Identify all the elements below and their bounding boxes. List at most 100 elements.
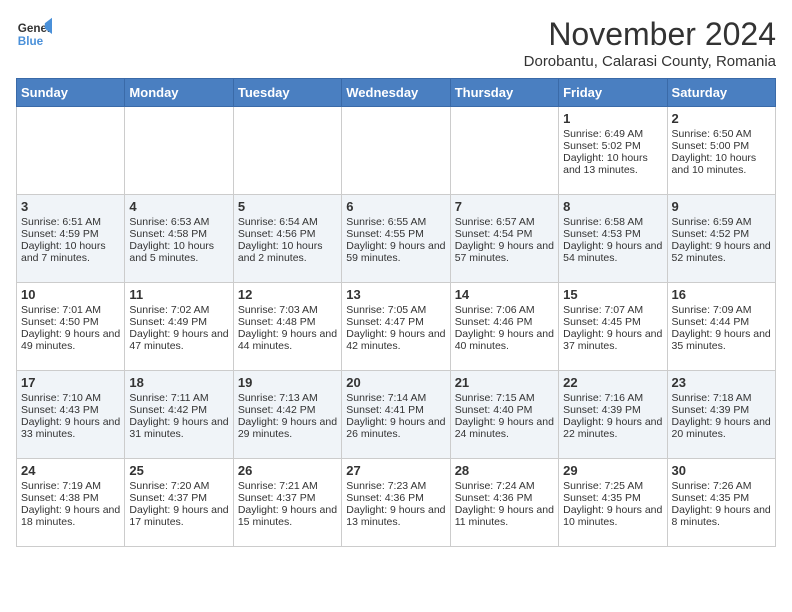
day-info: Sunrise: 7:18 AM bbox=[672, 392, 771, 404]
day-info: Sunrise: 7:13 AM bbox=[238, 392, 337, 404]
day-info: Sunrise: 7:01 AM bbox=[21, 304, 120, 316]
day-info: Sunset: 4:46 PM bbox=[455, 316, 554, 328]
day-info: Sunset: 5:00 PM bbox=[672, 140, 771, 152]
header-sunday: Sunday bbox=[17, 79, 125, 107]
calendar-cell: 16Sunrise: 7:09 AMSunset: 4:44 PMDayligh… bbox=[667, 283, 775, 371]
header-saturday: Saturday bbox=[667, 79, 775, 107]
day-number: 4 bbox=[129, 199, 228, 214]
day-info: Daylight: 9 hours and 35 minutes. bbox=[672, 328, 771, 352]
calendar-cell: 25Sunrise: 7:20 AMSunset: 4:37 PMDayligh… bbox=[125, 459, 233, 547]
header-monday: Monday bbox=[125, 79, 233, 107]
calendar-cell: 19 Sunrise: 7:13 AMSunset: 4:42 PMDayligh… bbox=[233, 371, 341, 459]
day-info: Daylight: 9 hours and 20 minutes. bbox=[672, 416, 771, 440]
calendar-cell: 6Sunrise: 6:55 AMSunset: 4:55 PMDaylight… bbox=[342, 195, 450, 283]
calendar-cell: 14Sunrise: 7:06 AMSunset: 4:46 PMDayligh… bbox=[450, 283, 558, 371]
day-number: 23 bbox=[672, 375, 771, 390]
day-info: Sunset: 4:45 PM bbox=[563, 316, 662, 328]
day-info: Daylight: 10 hours and 7 minutes. bbox=[21, 240, 120, 264]
calendar-header-row: SundayMondayTuesdayWednesdayThursdayFrid… bbox=[17, 79, 776, 107]
calendar-table: SundayMondayTuesdayWednesdayThursdayFrid… bbox=[16, 78, 776, 547]
calendar-cell bbox=[342, 107, 450, 195]
calendar-week-4: 17Sunrise: 7:10 AMSunset: 4:43 PMDayligh… bbox=[17, 371, 776, 459]
day-number: 25 bbox=[129, 463, 228, 478]
calendar-cell: 12Sunrise: 7:03 AMSunset: 4:48 PMDayligh… bbox=[233, 283, 341, 371]
day-info: Sunset: 4:37 PM bbox=[129, 492, 228, 504]
day-number: 8 bbox=[563, 199, 662, 214]
day-info: Sunset: 4:49 PM bbox=[129, 316, 228, 328]
location-title: Dorobantu, Calarasi County, Romania bbox=[524, 53, 776, 70]
day-info: Daylight: 9 hours and 57 minutes. bbox=[455, 240, 554, 264]
day-info: Daylight: 9 hours and 42 minutes. bbox=[346, 328, 445, 352]
calendar-cell: 29Sunrise: 7:25 AMSunset: 4:35 PMDayligh… bbox=[559, 459, 667, 547]
day-info: Daylight: 9 hours and 54 minutes. bbox=[563, 240, 662, 264]
day-info: Sunset: 4:35 PM bbox=[563, 492, 662, 504]
day-info: Sunset: 4:53 PM bbox=[563, 228, 662, 240]
day-info: Sunset: 4:54 PM bbox=[455, 228, 554, 240]
day-info: Sunrise: 7:15 AM bbox=[455, 392, 554, 404]
day-info: Daylight: 9 hours and 44 minutes. bbox=[238, 328, 337, 352]
calendar-cell: 24Sunrise: 7:19 AMSunset: 4:38 PMDayligh… bbox=[17, 459, 125, 547]
day-info: Daylight: 9 hours and 47 minutes. bbox=[129, 328, 228, 352]
day-info: Sunset: 4:47 PM bbox=[346, 316, 445, 328]
day-number: 7 bbox=[455, 199, 554, 214]
calendar-cell: 30 Sunrise: 7:26 AMSunset: 4:35 PMDayligh… bbox=[667, 459, 775, 547]
calendar-cell bbox=[125, 107, 233, 195]
title-area: November 2024 Dorobantu, Calarasi County… bbox=[524, 16, 776, 70]
day-info: Sunrise: 7:21 AM bbox=[238, 480, 337, 492]
day-number: 29 bbox=[563, 463, 662, 478]
day-number: 9 bbox=[672, 199, 771, 214]
calendar-cell: 21Sunrise: 7:15 AMSunset: 4:40 PMDayligh… bbox=[450, 371, 558, 459]
day-info: Daylight: 9 hours and 15 minutes. bbox=[238, 504, 337, 528]
day-number: 21 bbox=[455, 375, 554, 390]
day-info: Sunset: 4:35 PM bbox=[672, 492, 771, 504]
day-info: Sunrise: 7:03 AM bbox=[238, 304, 337, 316]
calendar-cell: 11Sunrise: 7:02 AMSunset: 4:49 PMDayligh… bbox=[125, 283, 233, 371]
day-info: Daylight: 9 hours and 49 minutes. bbox=[21, 328, 120, 352]
day-info: Daylight: 9 hours and 29 minutes. bbox=[238, 416, 337, 440]
day-number: 6 bbox=[346, 199, 445, 214]
header-friday: Friday bbox=[559, 79, 667, 107]
calendar-cell: 27Sunrise: 7:23 AMSunset: 4:36 PMDayligh… bbox=[342, 459, 450, 547]
day-info: Sunrise: 6:50 AM bbox=[672, 128, 771, 140]
calendar-cell: 18Sunrise: 7:11 AMSunset: 4:42 PMDayligh… bbox=[125, 371, 233, 459]
day-info: Daylight: 9 hours and 22 minutes. bbox=[563, 416, 662, 440]
day-info: Daylight: 9 hours and 40 minutes. bbox=[455, 328, 554, 352]
day-info: Daylight: 9 hours and 8 minutes. bbox=[672, 504, 771, 528]
day-number: 26 bbox=[238, 463, 337, 478]
calendar-cell: 1Sunrise: 6:49 AMSunset: 5:02 PMDaylight… bbox=[559, 107, 667, 195]
day-info: Sunrise: 7:11 AM bbox=[129, 392, 228, 404]
day-info: Sunrise: 6:57 AM bbox=[455, 216, 554, 228]
day-info: Sunset: 4:44 PM bbox=[672, 316, 771, 328]
day-info: Sunrise: 7:26 AM bbox=[672, 480, 771, 492]
calendar-cell: 4Sunrise: 6:53 AMSunset: 4:58 PMDaylight… bbox=[125, 195, 233, 283]
day-info: Sunset: 4:42 PM bbox=[129, 404, 228, 416]
calendar-cell bbox=[17, 107, 125, 195]
day-info: Sunset: 4:52 PM bbox=[672, 228, 771, 240]
day-number: 2 bbox=[672, 111, 771, 126]
day-info: Sunset: 4:50 PM bbox=[21, 316, 120, 328]
day-info: Sunrise: 7:14 AM bbox=[346, 392, 445, 404]
day-number: 11 bbox=[129, 287, 228, 302]
day-number: 5 bbox=[238, 199, 337, 214]
day-info: Sunrise: 7:09 AM bbox=[672, 304, 771, 316]
day-info: Sunrise: 7:24 AM bbox=[455, 480, 554, 492]
month-title: November 2024 bbox=[524, 16, 776, 53]
day-info: Daylight: 9 hours and 37 minutes. bbox=[563, 328, 662, 352]
day-number: 17 bbox=[21, 375, 120, 390]
day-info: Sunset: 4:48 PM bbox=[238, 316, 337, 328]
day-number: 15 bbox=[563, 287, 662, 302]
day-info: Daylight: 9 hours and 31 minutes. bbox=[129, 416, 228, 440]
svg-text:Blue: Blue bbox=[18, 35, 44, 48]
day-info: Sunrise: 6:55 AM bbox=[346, 216, 445, 228]
day-number: 19 bbox=[238, 375, 337, 390]
day-number: 22 bbox=[563, 375, 662, 390]
header-wednesday: Wednesday bbox=[342, 79, 450, 107]
day-number: 30 bbox=[672, 463, 771, 478]
day-info: Sunset: 4:40 PM bbox=[455, 404, 554, 416]
calendar-cell: 28Sunrise: 7:24 AMSunset: 4:36 PMDayligh… bbox=[450, 459, 558, 547]
day-info: Sunset: 4:59 PM bbox=[21, 228, 120, 240]
day-info: Daylight: 9 hours and 26 minutes. bbox=[346, 416, 445, 440]
calendar-cell: 10Sunrise: 7:01 AMSunset: 4:50 PMDayligh… bbox=[17, 283, 125, 371]
day-info: Sunset: 4:42 PM bbox=[238, 404, 337, 416]
day-info: Sunrise: 7:20 AM bbox=[129, 480, 228, 492]
